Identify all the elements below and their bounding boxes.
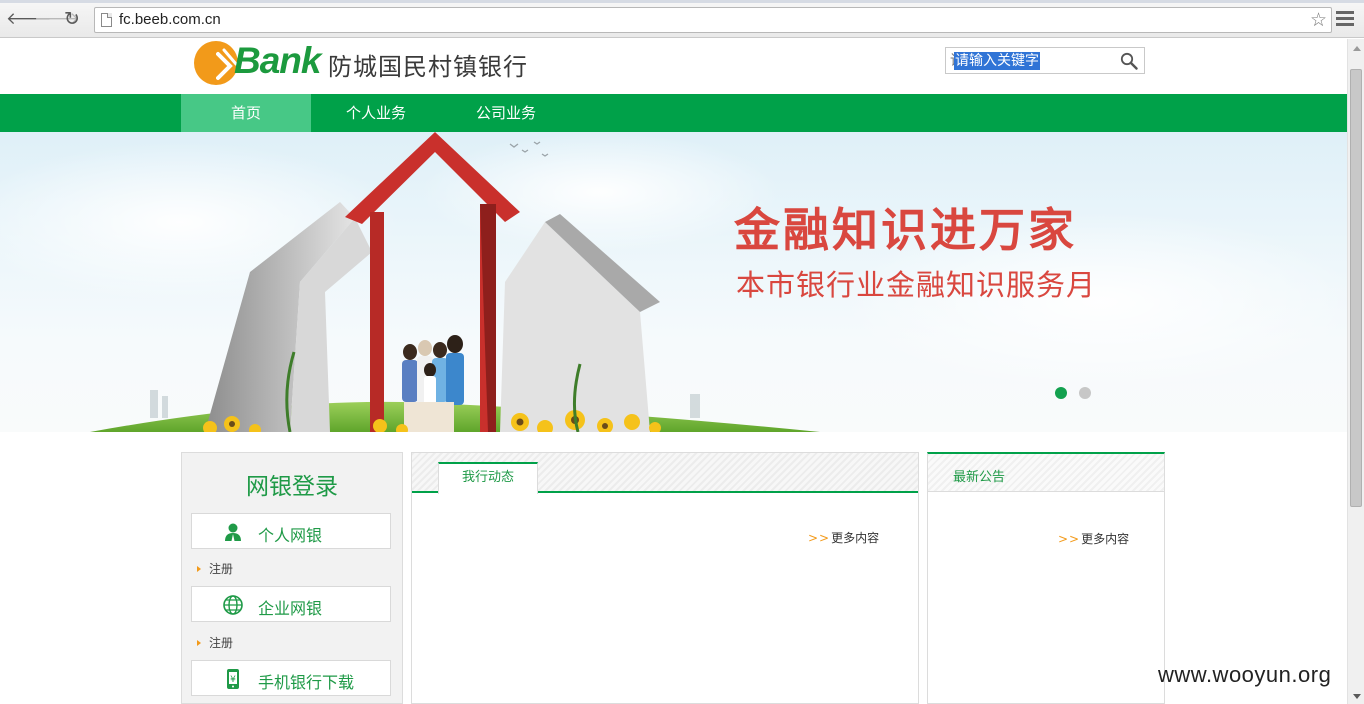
register-link-personal[interactable]: 注册 — [197, 560, 233, 577]
search-icon[interactable] — [1120, 52, 1138, 70]
tab-strip — [0, 0, 1364, 3]
more-arrows: >> — [1058, 532, 1081, 546]
forward-button[interactable]: 🡒 — [34, 9, 80, 29]
notice-panel-title: 最新公告 — [953, 470, 1006, 485]
person-icon — [225, 523, 241, 541]
latest-notices-panel: 最新公告 >>更多内容 — [927, 452, 1165, 704]
banner-title: 金融知识进万家 — [734, 203, 1077, 257]
register-label: 注册 — [209, 636, 234, 650]
search-box[interactable]: 请输入关键字 — [945, 47, 1145, 74]
browser-toolbar: 🡐 🡒 ↻ fc.beeb.com.cn ☆ — [0, 0, 1364, 38]
news-panel-header: 我行动态 — [412, 452, 918, 494]
notice-panel-header: 最新公告 — [928, 454, 1164, 492]
watermark: www.wooyun.org — [1158, 662, 1332, 687]
news-more-link[interactable]: >>更多内容 — [808, 529, 879, 546]
logo-bank-text: Bank — [234, 40, 321, 81]
main-navigation: 首页 个人业务 公司业务 — [0, 94, 1347, 132]
reload-button[interactable]: ↻ — [62, 9, 82, 29]
personal-banking-label: 个人网银 — [258, 526, 323, 545]
login-panel-title: 网银登录 — [246, 474, 338, 500]
mobile-banking-label: 手机银行下载 — [258, 673, 355, 692]
bank-logo[interactable]: Bank 防城国民村镇银行 — [194, 40, 554, 86]
scroll-down-arrow-icon[interactable] — [1353, 694, 1361, 699]
carousel-dot-1[interactable] — [1055, 387, 1067, 399]
tab-bank-news[interactable]: 我行动态 — [438, 462, 538, 494]
more-arrows: >> — [808, 531, 831, 545]
notice-more-label: 更多内容 — [1081, 532, 1130, 546]
arrow-right-icon — [197, 566, 201, 572]
mobile-phone-icon: ¥ — [227, 669, 239, 689]
nav-item-home[interactable]: 首页 — [181, 94, 311, 132]
corporate-banking-button[interactable]: 企业网银 — [191, 586, 391, 622]
browser-menu-icon[interactable] — [1336, 11, 1354, 27]
bank-news-panel: 我行动态 >>更多内容 — [411, 452, 919, 704]
carousel-dot-2[interactable] — [1079, 387, 1091, 399]
banner-subtitle: 本市银行业金融知识服务月 — [736, 268, 1097, 302]
mobile-banking-download-button[interactable]: ¥ 手机银行下载 — [191, 660, 391, 696]
vertical-scrollbar[interactable] — [1347, 39, 1364, 704]
hero-banner[interactable]: 金融知识进万家 本市银行业金融知识服务月 — [0, 132, 1347, 432]
online-banking-login-panel: 网银登录 个人网银 注册 企业网银 注册 ¥ 手机银行下载 — [181, 452, 403, 704]
bookmark-star-icon[interactable]: ☆ — [1310, 9, 1327, 31]
register-link-corporate[interactable]: 注册 — [197, 634, 233, 651]
nav-item-corporate[interactable]: 公司业务 — [441, 94, 571, 132]
address-bar[interactable]: fc.beeb.com.cn ☆ — [94, 7, 1332, 33]
corporate-banking-label: 企业网银 — [258, 599, 323, 618]
scroll-up-arrow-icon[interactable] — [1353, 46, 1361, 51]
page-icon — [101, 13, 112, 27]
register-label: 注册 — [209, 562, 234, 576]
nav-item-personal[interactable]: 个人业务 — [311, 94, 441, 132]
arrow-right-icon — [197, 640, 201, 646]
search-input-selected-text: 请输入关键字 — [954, 52, 1040, 70]
address-url[interactable]: fc.beeb.com.cn — [119, 11, 221, 28]
back-button[interactable]: 🡐 — [6, 9, 52, 29]
notice-more-link[interactable]: >>更多内容 — [1058, 530, 1129, 547]
banner-illustration — [0, 132, 1347, 432]
globe-icon — [223, 595, 243, 615]
bank-name: 防城国民村镇银行 — [328, 53, 528, 81]
svg-text:¥: ¥ — [230, 675, 236, 685]
scroll-thumb[interactable] — [1350, 69, 1362, 507]
news-more-label: 更多内容 — [831, 531, 880, 545]
personal-banking-button[interactable]: 个人网银 — [191, 513, 391, 549]
